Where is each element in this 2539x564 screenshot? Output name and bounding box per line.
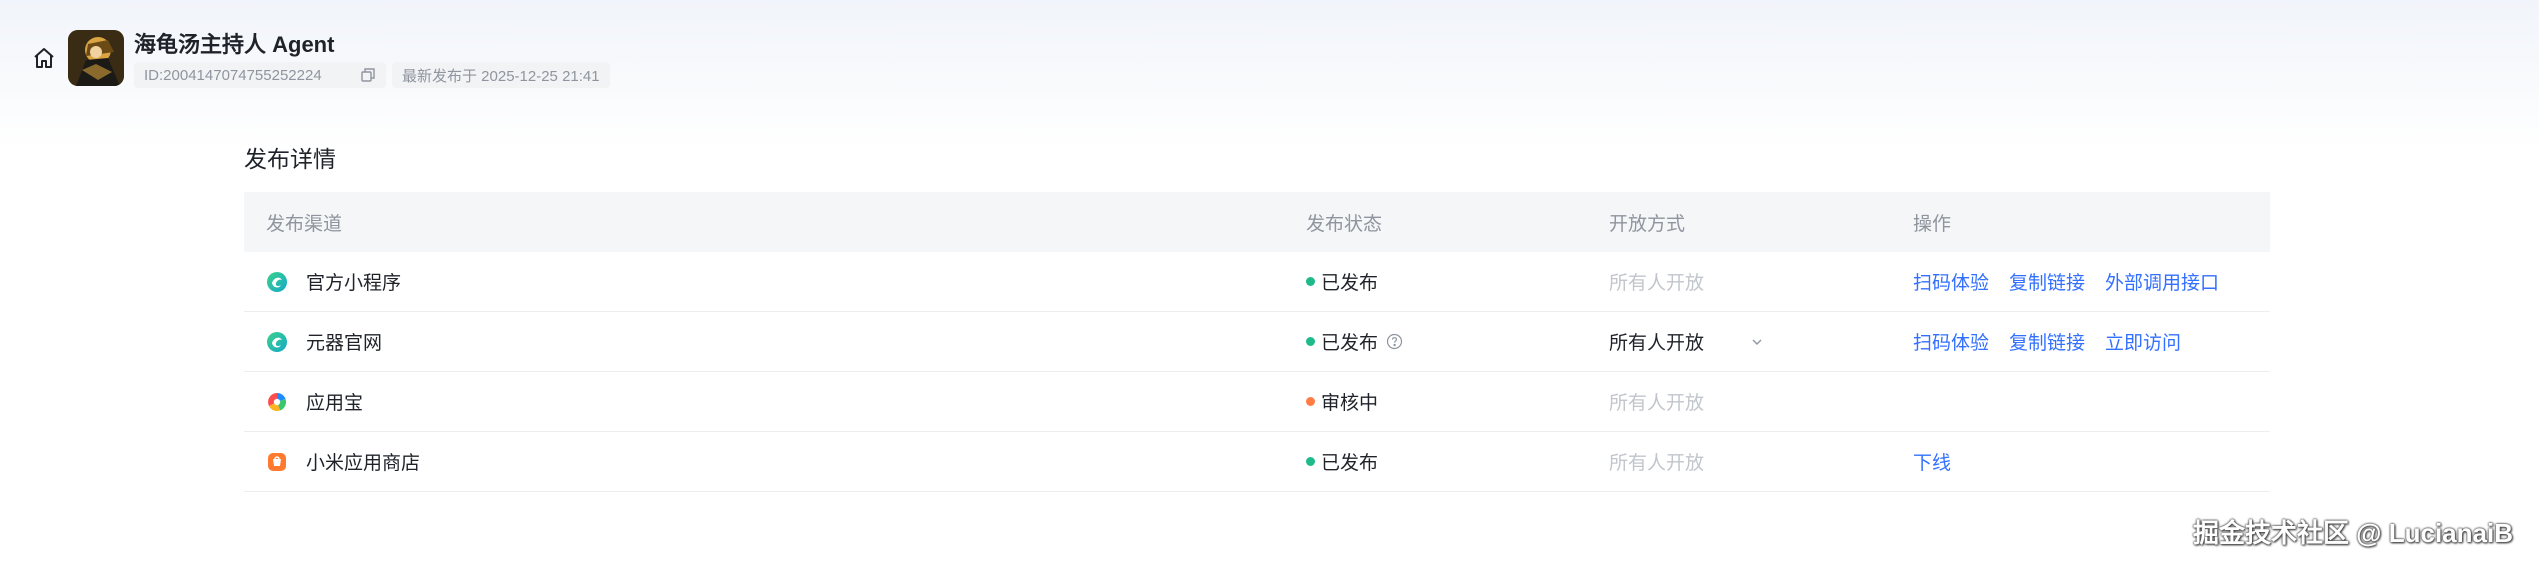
publish-time-tag: 最新发布于 2025-12-25 21:41	[392, 62, 610, 88]
status-text: 已发布	[1321, 273, 1379, 294]
external-api-link[interactable]: 外部调用接口	[2105, 268, 2219, 295]
home-icon	[34, 48, 54, 68]
actions-cell: 扫码体验 复制链接 立即访问	[1913, 328, 2181, 355]
table-row: 元器官网 已发布 所有人开放 扫码体验 复制链接 立即访问	[244, 312, 2270, 372]
help-icon[interactable]	[1386, 333, 1403, 350]
agent-avatar	[68, 30, 124, 86]
agent-id: ID:2004147074755252224	[144, 66, 322, 84]
agent-id-tag: ID:2004147074755252224	[134, 62, 386, 88]
publish-table: 发布渠道 发布状态 开放方式 操作 官方小程序 已发布 所有人开放 扫码体验 复…	[244, 192, 2270, 492]
table-row: 官方小程序 已发布 所有人开放 扫码体验 复制链接 外部调用接口	[244, 252, 2270, 312]
status-cell: 已发布	[1306, 328, 1403, 355]
section-title: 发布详情	[244, 146, 336, 172]
watermark: 掘金技术社区 @ LucianaiB	[2192, 518, 2513, 548]
open-mode-text: 所有人开放	[1609, 453, 1705, 474]
status-text: 已发布	[1321, 333, 1379, 354]
open-mode-text: 所有人开放	[1609, 273, 1705, 294]
status-cell: 已发布	[1306, 448, 1378, 475]
open-mode-value: 所有人开放	[1609, 333, 1705, 354]
open-mode-select[interactable]: 所有人开放	[1609, 328, 1764, 355]
status-dot	[1306, 397, 1315, 406]
status-cell: 审核中	[1306, 388, 1378, 415]
agent-title: 海龟汤主持人 Agent	[134, 32, 335, 57]
channel-cell: 应用宝	[266, 388, 363, 415]
copy-link-link[interactable]: 复制链接	[2009, 328, 2085, 355]
actions-cell: 下线	[1913, 448, 1951, 475]
home-button[interactable]	[30, 44, 58, 72]
mini-program-icon	[266, 271, 288, 293]
copy-icon	[361, 68, 375, 82]
app-header: 海龟汤主持人 Agent ID:2004147074755252224 最新发布…	[0, 0, 2539, 110]
table-header: 发布渠道 发布状态 开放方式 操作	[244, 192, 2270, 252]
channel-cell: 官方小程序	[266, 268, 401, 295]
table-row: 应用宝 审核中 所有人开放	[244, 372, 2270, 432]
take-offline-link[interactable]: 下线	[1913, 448, 1951, 475]
status-cell: 已发布	[1306, 268, 1378, 295]
status-dot	[1306, 457, 1315, 466]
publish-time: 最新发布于 2025-12-25 21:41	[402, 67, 600, 85]
scan-experience-link[interactable]: 扫码体验	[1913, 268, 1989, 295]
channel-name: 官方小程序	[306, 273, 402, 294]
column-header-status: 发布状态	[1306, 213, 1383, 235]
chevron-down-icon	[1750, 335, 1764, 349]
open-mode-text: 所有人开放	[1609, 393, 1705, 414]
column-header-open-mode: 开放方式	[1609, 213, 1686, 235]
channel-name: 应用宝	[306, 393, 364, 414]
table-row: 小米应用商店 已发布 所有人开放 下线	[244, 432, 2270, 492]
status-dot	[1306, 337, 1315, 346]
status-text: 审核中	[1321, 393, 1379, 414]
channel-name: 小米应用商店	[306, 453, 421, 474]
channel-name: 元器官网	[306, 333, 383, 354]
xiaomi-store-icon	[266, 451, 288, 473]
column-header-channel: 发布渠道	[266, 213, 343, 235]
channel-cell: 小米应用商店	[266, 448, 420, 475]
visit-now-link[interactable]: 立即访问	[2105, 328, 2181, 355]
app-store-icon	[266, 391, 288, 413]
column-header-actions: 操作	[1913, 213, 1952, 235]
copy-link-link[interactable]: 复制链接	[2009, 268, 2085, 295]
channel-cell: 元器官网	[266, 328, 382, 355]
copy-id-button[interactable]	[360, 67, 376, 83]
status-dot	[1306, 277, 1315, 286]
yuanqi-web-icon	[266, 331, 288, 353]
scan-experience-link[interactable]: 扫码体验	[1913, 328, 1989, 355]
status-text: 已发布	[1321, 453, 1379, 474]
actions-cell: 扫码体验 复制链接 外部调用接口	[1913, 268, 2219, 295]
